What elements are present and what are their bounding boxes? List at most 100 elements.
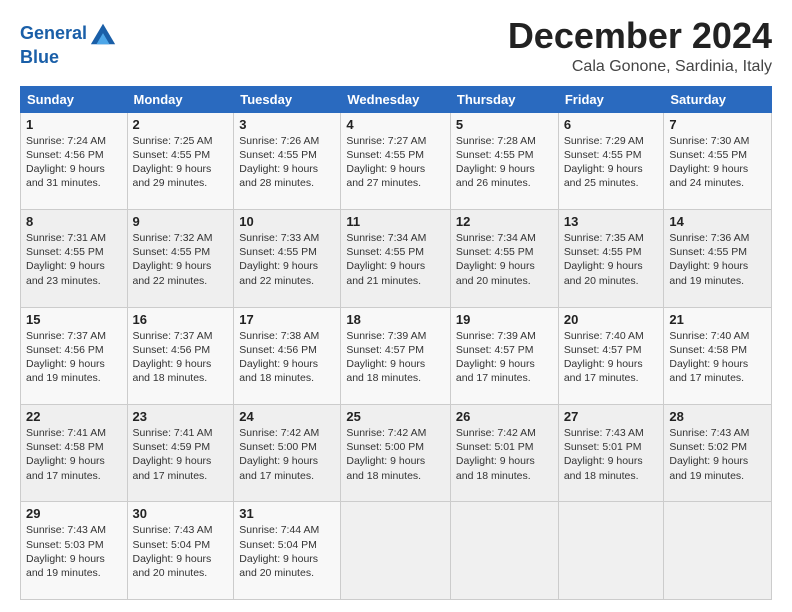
weekday-sunday: Sunday [21,86,128,112]
calendar-cell [558,502,664,600]
day-info: Sunrise: 7:39 AM Sunset: 4:57 PM Dayligh… [456,329,553,386]
day-number: 21 [669,312,766,327]
calendar-cell [664,502,772,600]
day-number: 6 [564,117,659,132]
calendar-cell: 28 Sunrise: 7:43 AM Sunset: 5:02 PM Dayli… [664,405,772,502]
calendar-cell: 26 Sunrise: 7:42 AM Sunset: 5:01 PM Dayli… [450,405,558,502]
calendar-cell: 29 Sunrise: 7:43 AM Sunset: 5:03 PM Dayli… [21,502,128,600]
header: General Blue December 2024 Cala Gonone, … [20,16,772,76]
calendar-cell: 3Sunrise: 7:26 AM Sunset: 4:55 PM Daylig… [234,112,341,209]
weekday-wednesday: Wednesday [341,86,451,112]
day-number: 7 [669,117,766,132]
day-number: 28 [669,409,766,424]
logo-icon [89,20,117,48]
week-row-2: 8Sunrise: 7:31 AM Sunset: 4:55 PM Daylig… [21,210,772,307]
day-info: Sunrise: 7:35 AM Sunset: 4:55 PM Dayligh… [564,231,659,288]
calendar-cell: 13Sunrise: 7:35 AM Sunset: 4:55 PM Dayli… [558,210,664,307]
day-number: 14 [669,214,766,229]
day-info: Sunrise: 7:42 AM Sunset: 5:01 PM Dayligh… [456,426,553,483]
day-number: 18 [346,312,445,327]
calendar-cell: 20Sunrise: 7:40 AM Sunset: 4:57 PM Dayli… [558,307,664,404]
calendar-cell: 24Sunrise: 7:42 AM Sunset: 5:00 PM Dayli… [234,405,341,502]
location-title: Cala Gonone, Sardinia, Italy [508,58,772,76]
calendar-cell: 23Sunrise: 7:41 AM Sunset: 4:59 PM Dayli… [127,405,234,502]
calendar-cell: 30 Sunrise: 7:43 AM Sunset: 5:04 PM Dayli… [127,502,234,600]
week-row-5: 29 Sunrise: 7:43 AM Sunset: 5:03 PM Dayli… [21,502,772,600]
day-number: 31 [239,506,335,521]
calendar-cell [341,502,451,600]
day-info: Sunrise: 7:25 AM Sunset: 4:55 PM Dayligh… [133,134,229,191]
day-info: Sunrise: 7:34 AM Sunset: 4:55 PM Dayligh… [346,231,445,288]
calendar-cell: 7 Sunrise: 7:30 AM Sunset: 4:55 PM Daylig… [664,112,772,209]
day-number: 11 [346,214,445,229]
calendar-cell: 22 Sunrise: 7:41 AM Sunset: 4:58 PM Dayli… [21,405,128,502]
weekday-monday: Monday [127,86,234,112]
day-info: Sunrise: 7:42 AM Sunset: 5:00 PM Dayligh… [346,426,445,483]
calendar-cell: 6 Sunrise: 7:29 AM Sunset: 4:55 PM Daylig… [558,112,664,209]
day-number: 23 [133,409,229,424]
calendar-cell: 9Sunrise: 7:32 AM Sunset: 4:55 PM Daylig… [127,210,234,307]
week-row-1: 1 Sunrise: 7:24 AM Sunset: 4:56 PM Daylig… [21,112,772,209]
day-number: 29 [26,506,122,521]
calendar-cell: 4Sunrise: 7:27 AM Sunset: 4:55 PM Daylig… [341,112,451,209]
weekday-friday: Friday [558,86,664,112]
day-number: 27 [564,409,659,424]
calendar-cell: 8Sunrise: 7:31 AM Sunset: 4:55 PM Daylig… [21,210,128,307]
calendar-cell: 18 Sunrise: 7:39 AM Sunset: 4:57 PM Dayli… [341,307,451,404]
day-info: Sunrise: 7:29 AM Sunset: 4:55 PM Dayligh… [564,134,659,191]
title-block: December 2024 Cala Gonone, Sardinia, Ita… [508,16,772,76]
day-number: 25 [346,409,445,424]
day-number: 10 [239,214,335,229]
day-info: Sunrise: 7:43 AM Sunset: 5:01 PM Dayligh… [564,426,659,483]
day-info: Sunrise: 7:24 AM Sunset: 4:56 PM Dayligh… [26,134,122,191]
calendar-cell: 10 Sunrise: 7:33 AM Sunset: 4:55 PM Dayli… [234,210,341,307]
day-info: Sunrise: 7:41 AM Sunset: 4:58 PM Dayligh… [26,426,122,483]
day-info: Sunrise: 7:31 AM Sunset: 4:55 PM Dayligh… [26,231,122,288]
day-number: 15 [26,312,122,327]
calendar-cell [450,502,558,600]
calendar-cell: 25 Sunrise: 7:42 AM Sunset: 5:00 PM Dayli… [341,405,451,502]
day-info: Sunrise: 7:40 AM Sunset: 4:58 PM Dayligh… [669,329,766,386]
day-number: 19 [456,312,553,327]
calendar-cell: 14 Sunrise: 7:36 AM Sunset: 4:55 PM Dayli… [664,210,772,307]
calendar-cell: 2 Sunrise: 7:25 AM Sunset: 4:55 PM Daylig… [127,112,234,209]
day-info: Sunrise: 7:44 AM Sunset: 5:04 PM Dayligh… [239,523,335,580]
day-info: Sunrise: 7:43 AM Sunset: 5:03 PM Dayligh… [26,523,122,580]
day-number: 26 [456,409,553,424]
day-number: 17 [239,312,335,327]
day-number: 16 [133,312,229,327]
calendar-cell: 19 Sunrise: 7:39 AM Sunset: 4:57 PM Dayli… [450,307,558,404]
day-info: Sunrise: 7:37 AM Sunset: 4:56 PM Dayligh… [133,329,229,386]
calendar-cell: 16 Sunrise: 7:37 AM Sunset: 4:56 PM Dayli… [127,307,234,404]
day-info: Sunrise: 7:27 AM Sunset: 4:55 PM Dayligh… [346,134,445,191]
day-info: Sunrise: 7:28 AM Sunset: 4:55 PM Dayligh… [456,134,553,191]
day-info: Sunrise: 7:39 AM Sunset: 4:57 PM Dayligh… [346,329,445,386]
day-number: 24 [239,409,335,424]
day-info: Sunrise: 7:37 AM Sunset: 4:56 PM Dayligh… [26,329,122,386]
week-row-4: 22 Sunrise: 7:41 AM Sunset: 4:58 PM Dayli… [21,405,772,502]
day-info: Sunrise: 7:30 AM Sunset: 4:55 PM Dayligh… [669,134,766,191]
weekday-header-row: SundayMondayTuesdayWednesdayThursdayFrid… [21,86,772,112]
day-number: 1 [26,117,122,132]
weekday-tuesday: Tuesday [234,86,341,112]
calendar-cell: 5 Sunrise: 7:28 AM Sunset: 4:55 PM Daylig… [450,112,558,209]
day-number: 22 [26,409,122,424]
weekday-saturday: Saturday [664,86,772,112]
day-info: Sunrise: 7:38 AM Sunset: 4:56 PM Dayligh… [239,329,335,386]
day-number: 2 [133,117,229,132]
day-number: 30 [133,506,229,521]
day-info: Sunrise: 7:43 AM Sunset: 5:02 PM Dayligh… [669,426,766,483]
day-number: 12 [456,214,553,229]
day-number: 5 [456,117,553,132]
logo: General Blue [20,20,117,68]
day-info: Sunrise: 7:40 AM Sunset: 4:57 PM Dayligh… [564,329,659,386]
calendar-cell: 15 Sunrise: 7:37 AM Sunset: 4:56 PM Dayli… [21,307,128,404]
day-info: Sunrise: 7:43 AM Sunset: 5:04 PM Dayligh… [133,523,229,580]
calendar-cell: 31 Sunrise: 7:44 AM Sunset: 5:04 PM Dayli… [234,502,341,600]
calendar-cell: 27 Sunrise: 7:43 AM Sunset: 5:01 PM Dayli… [558,405,664,502]
day-info: Sunrise: 7:33 AM Sunset: 4:55 PM Dayligh… [239,231,335,288]
day-info: Sunrise: 7:36 AM Sunset: 4:55 PM Dayligh… [669,231,766,288]
weekday-thursday: Thursday [450,86,558,112]
day-info: Sunrise: 7:26 AM Sunset: 4:55 PM Dayligh… [239,134,335,191]
day-info: Sunrise: 7:32 AM Sunset: 4:55 PM Dayligh… [133,231,229,288]
